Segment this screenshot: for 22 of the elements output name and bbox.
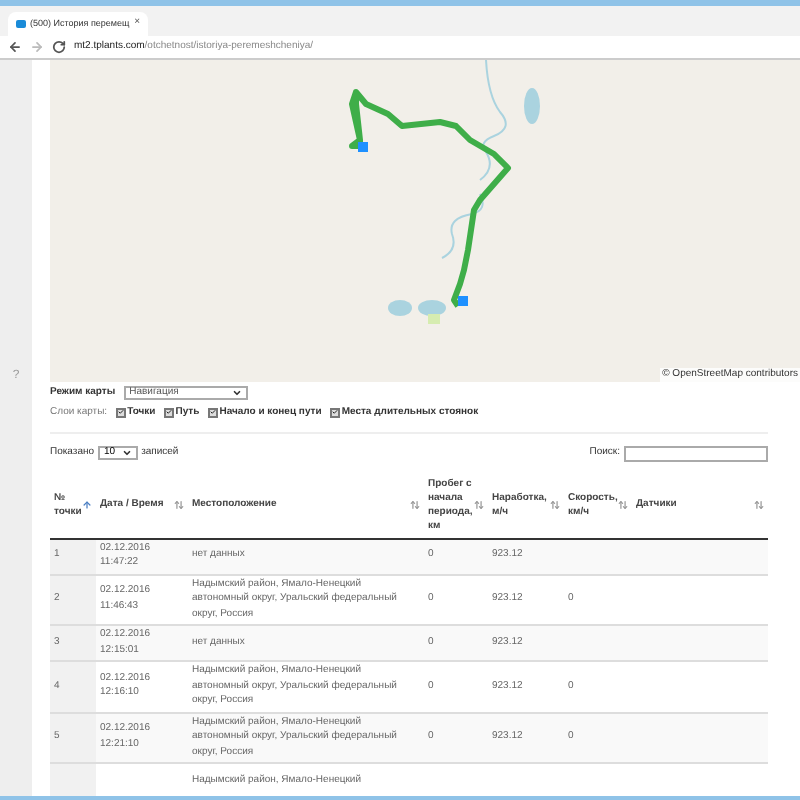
sort-icon[interactable] [174,500,184,510]
sort-icon[interactable] [82,500,92,510]
parking-marker-icon[interactable] [458,296,468,306]
checkbox[interactable] [207,407,218,418]
reload-icon[interactable] [52,40,66,54]
back-icon[interactable] [8,40,22,54]
lake-drawing [388,300,446,324]
search-field[interactable] [624,445,768,461]
checkbox[interactable] [163,407,174,418]
sort-icon[interactable] [754,500,764,510]
sort-icon[interactable] [550,500,560,510]
checkbox[interactable] [329,407,340,418]
checkbox[interactable] [115,407,126,418]
parking-marker-icon[interactable] [358,142,368,152]
sort-icon[interactable] [410,500,420,510]
lake-drawing [524,88,540,124]
caret-icon [231,388,242,399]
sort-icon[interactable] [474,500,484,510]
favicon-icon [16,20,26,28]
caret-icon [121,448,132,458]
forward-icon[interactable] [30,40,44,54]
sort-icon[interactable] [618,500,628,510]
